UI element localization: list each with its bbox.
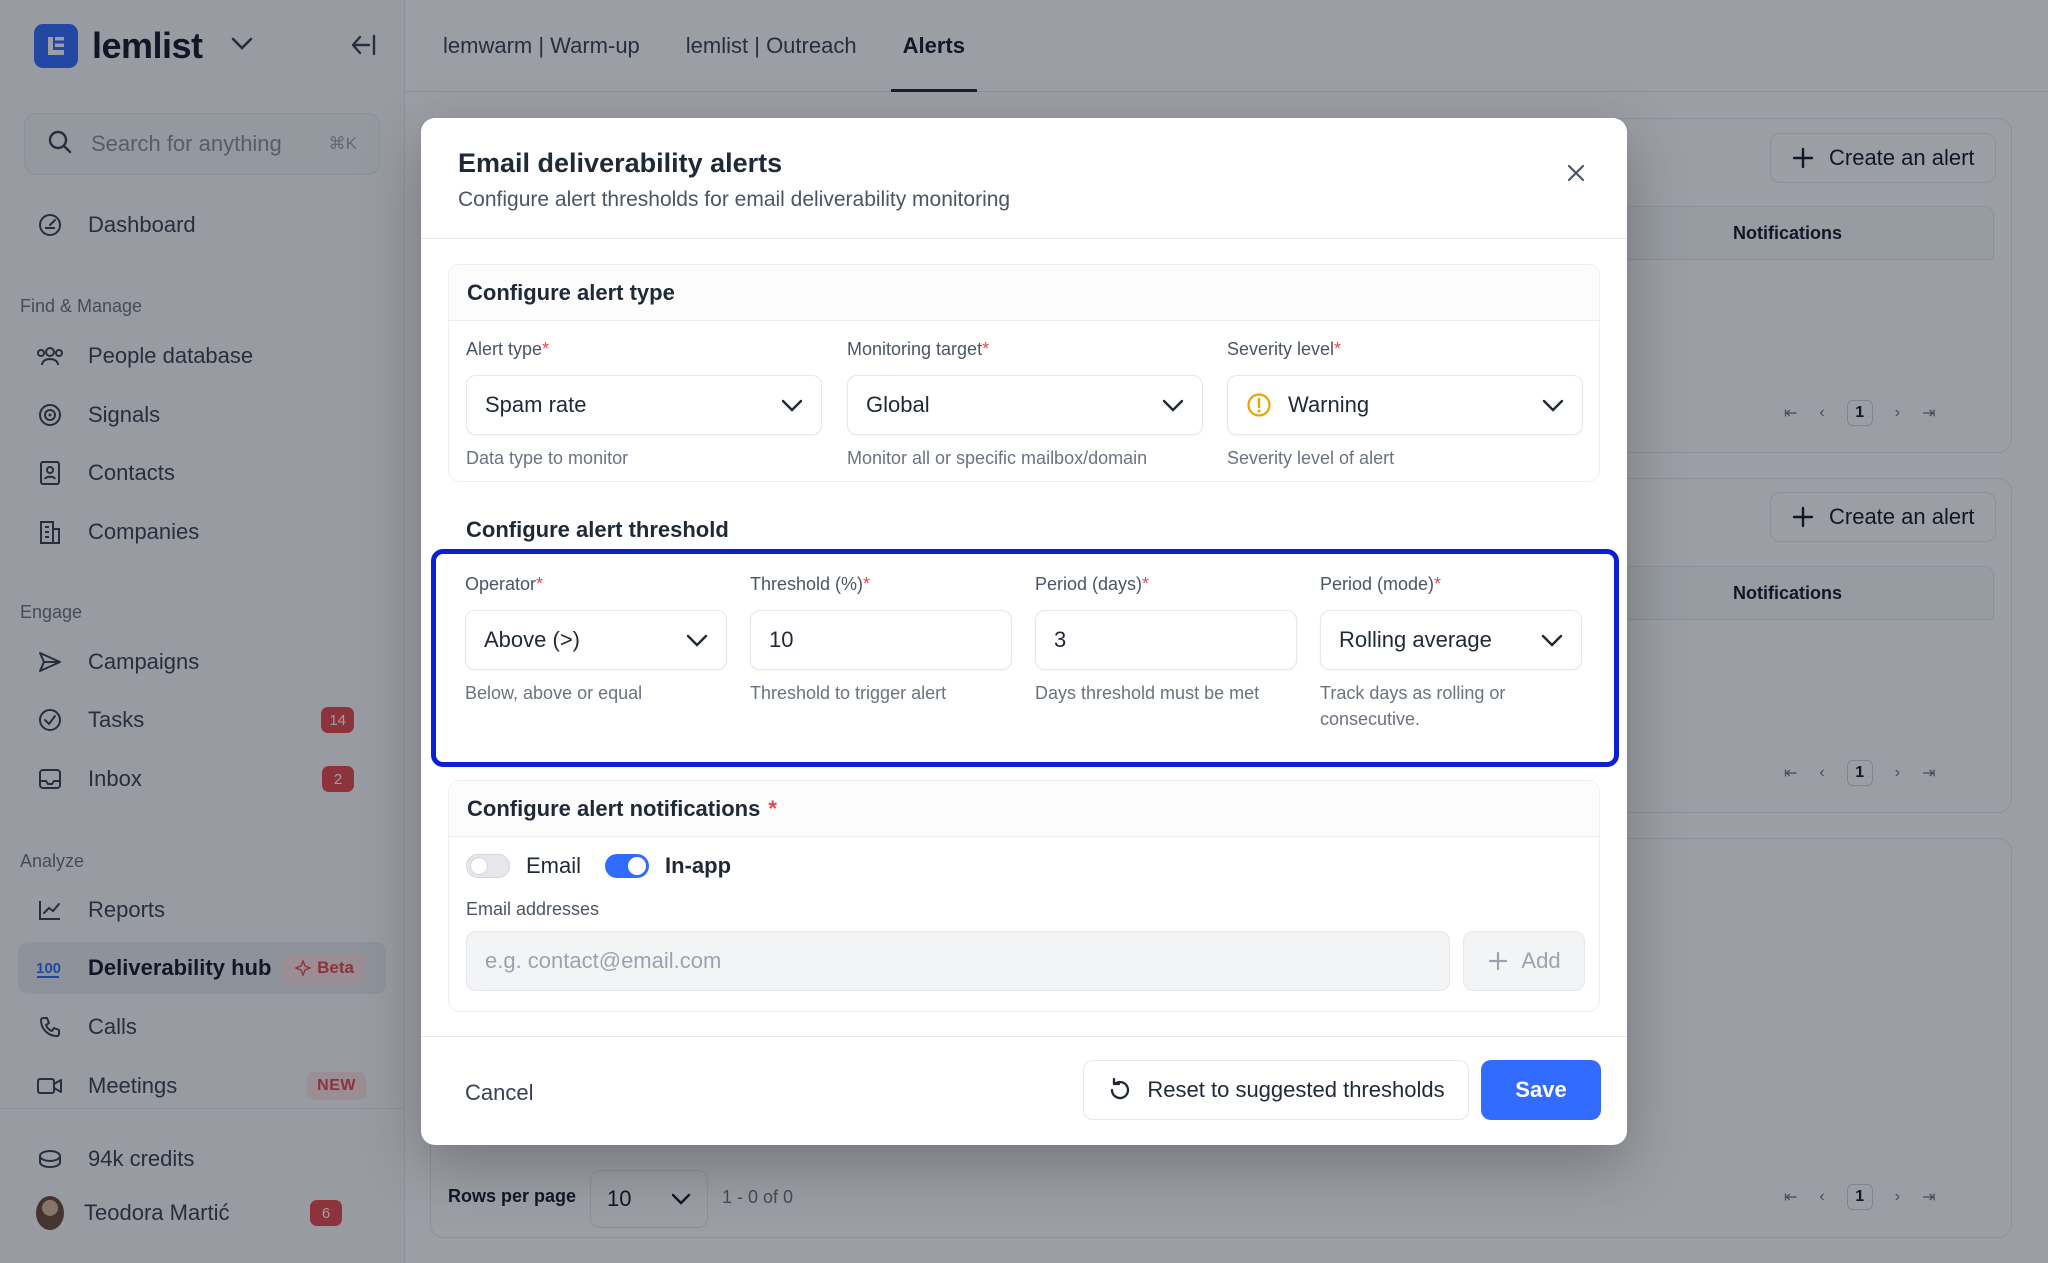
reset-icon [1111, 1077, 1130, 1100]
modal-title: Email deliverability alerts [458, 148, 783, 178]
email-toggle[interactable] [466, 854, 510, 878]
period-mode-select[interactable]: Rolling average [1320, 610, 1582, 670]
period-mode-label: Period (mode) [1320, 574, 1435, 594]
operator-value: Above (>) [484, 627, 580, 652]
monitoring-target-select[interactable]: Global [847, 375, 1203, 435]
threshold-input[interactable] [769, 627, 993, 653]
period-mode-field: Period (mode)* Rolling average Track day… [1320, 574, 1582, 732]
period-days-field: Period (days)* Days threshold must be me… [1035, 574, 1297, 706]
threshold-help: Threshold to trigger alert [750, 683, 947, 703]
email-deliverability-alerts-modal: Email deliverability alerts Configure al… [421, 118, 1627, 1145]
add-email-button[interactable]: Add [1463, 931, 1585, 991]
reset-thresholds-button[interactable]: Reset to suggested thresholds [1083, 1060, 1469, 1120]
inapp-toggle-label: In-app [665, 853, 732, 878]
email-addresses-label: Email addresses [466, 899, 600, 919]
alert-type-value: Spam rate [485, 392, 587, 417]
severity-level-field: Severity level* Warning Severity level o… [1227, 339, 1583, 471]
operator-label: Operator [465, 574, 537, 594]
alert-type-field: Alert type* Spam rate Data type to monit… [466, 339, 822, 471]
email-address-input[interactable] [485, 948, 1431, 974]
operator-help: Below, above or equal [465, 683, 643, 703]
operator-field: Operator* Above (>) Below, above or equa… [465, 574, 727, 706]
save-button[interactable]: Save [1481, 1060, 1601, 1120]
email-address-input-wrap [466, 931, 1450, 991]
cancel-button[interactable]: Cancel [465, 1080, 533, 1106]
alert-notifications-heading: Configure alert notifications * [449, 781, 1599, 837]
alert-type-help: Data type to monitor [466, 448, 629, 468]
chevron-down-icon [781, 399, 803, 412]
period-days-input[interactable] [1054, 627, 1278, 653]
operator-select[interactable]: Above (>) [465, 610, 727, 670]
threshold-field: Threshold (%)* Threshold to trigger aler… [750, 574, 1012, 706]
alert-notifications-section: Configure alert notifications * Email In-… [448, 780, 1600, 1012]
threshold-label: Threshold (%) [750, 574, 864, 594]
period-days-input-wrap [1035, 610, 1297, 670]
severity-level-help: Severity level of alert [1227, 448, 1395, 468]
alert-type-heading: Configure alert type [449, 265, 1599, 321]
modal-header-divider [421, 238, 1627, 239]
chevron-down-icon [1541, 634, 1563, 647]
period-mode-value: Rolling average [1339, 627, 1492, 652]
chevron-down-icon [1162, 399, 1184, 412]
close-icon [1567, 164, 1585, 182]
alert-threshold-heading: Configure alert threshold [448, 506, 1600, 554]
add-email-label: Add [1521, 948, 1561, 973]
reset-thresholds-label: Reset to suggested thresholds [1147, 1077, 1445, 1102]
chevron-down-icon [686, 634, 708, 647]
monitoring-target-label: Monitoring target [847, 339, 983, 359]
period-mode-help: Track days as rolling or consecutive. [1320, 683, 1506, 729]
close-button[interactable] [1559, 156, 1593, 190]
monitoring-target-help: Monitor all or specific mailbox/domain [847, 448, 1148, 468]
alert-notifications-heading-text: Configure alert notifications [467, 795, 761, 821]
email-toggle-label: Email [526, 853, 582, 878]
severity-level-select[interactable]: Warning [1227, 375, 1583, 435]
monitoring-target-value: Global [866, 392, 930, 417]
severity-level-label: Severity level [1227, 339, 1335, 359]
threshold-input-wrap [750, 610, 1012, 670]
notification-toggles: Email In-app [466, 853, 731, 879]
warning-icon [1247, 393, 1271, 417]
plus-icon [1489, 951, 1508, 971]
modal-footer-divider [421, 1036, 1627, 1037]
period-days-label: Period (days) [1035, 574, 1143, 594]
alert-type-section: Configure alert type Alert type* Spam ra… [448, 264, 1600, 482]
chevron-down-icon [1542, 399, 1564, 412]
inapp-toggle[interactable] [605, 854, 650, 878]
severity-level-value: Warning [1288, 392, 1370, 417]
monitoring-target-field: Monitoring target* Global Monitor all or… [847, 339, 1203, 471]
alert-type-select[interactable]: Spam rate [466, 375, 822, 435]
alert-type-label: Alert type [466, 339, 543, 359]
period-days-help: Days threshold must be met [1035, 683, 1260, 703]
modal-subtitle: Configure alert thresholds for email del… [458, 188, 1011, 211]
